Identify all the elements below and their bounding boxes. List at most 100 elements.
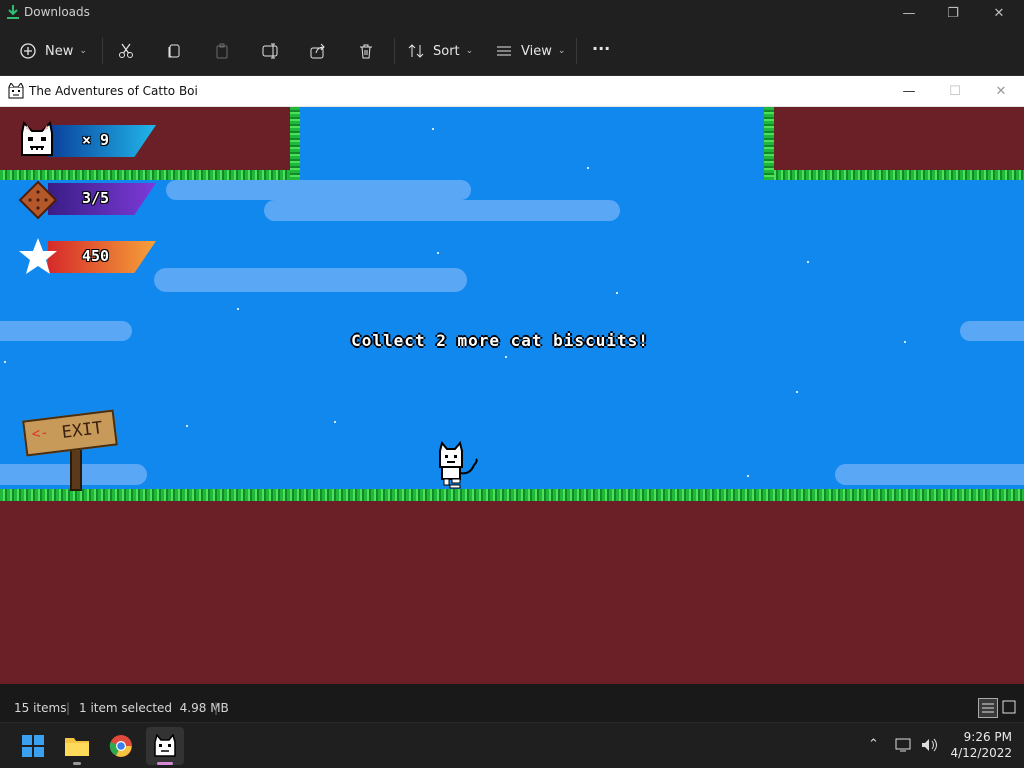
chevron-down-icon: ⌄ [465, 46, 474, 56]
score-value: 450 [82, 247, 110, 265]
scissors-icon [119, 43, 133, 58]
minimize-button[interactable]: — [886, 0, 932, 26]
lives-counter: × 9 [18, 121, 158, 157]
star [186, 425, 188, 427]
star [237, 308, 239, 310]
exit-sign[interactable]: <- EXIT [22, 409, 118, 457]
cat-biscuit-icon [18, 180, 58, 220]
toolbar-divider [576, 38, 577, 64]
more-options-button[interactable]: ··· [592, 35, 610, 61]
exit-sign-text: EXIT [60, 418, 104, 443]
star [807, 261, 809, 263]
delete-button[interactable] [358, 38, 374, 64]
details-view-icon [982, 703, 994, 713]
star-icon [19, 238, 57, 274]
exit-sign-post [70, 445, 82, 491]
game-maximize-button[interactable]: ☐ [932, 76, 978, 106]
clock-date: 4/12/2022 [950, 746, 1012, 760]
copy-button[interactable] [166, 38, 182, 64]
cloud [154, 268, 467, 292]
chevron-down-icon: ⌄ [79, 46, 87, 56]
sort-button[interactable]: Sort ⌄ [408, 38, 473, 64]
clipboard-icon [216, 43, 228, 59]
details-view-button[interactable] [978, 698, 998, 718]
star [796, 391, 798, 393]
close-icon: ✕ [995, 83, 1007, 99]
trash-icon [360, 44, 372, 59]
objective-message: Collect 2 more cat biscuits! [351, 331, 649, 350]
star [4, 361, 6, 363]
player-cat [439, 441, 478, 489]
star [432, 128, 434, 130]
sort-label: Sort [433, 43, 460, 59]
cat-app-icon [154, 734, 176, 757]
biscuit-counter: 3/5 [18, 180, 158, 220]
share-icon [310, 43, 325, 59]
clock-time: 9:26 PM [963, 730, 1012, 744]
grass-edge [764, 170, 1024, 180]
plus-circle-icon [20, 43, 36, 59]
cat-app-icon [8, 83, 24, 99]
new-label: New [45, 43, 74, 59]
close-button[interactable]: ✕ [976, 0, 1022, 26]
view-button[interactable]: View ⌄ [496, 38, 565, 64]
paste-button[interactable] [214, 38, 230, 64]
cat-face-icon [21, 121, 53, 156]
cut-button[interactable] [118, 38, 134, 64]
taskbar-chrome[interactable] [102, 727, 140, 765]
ground [0, 495, 1024, 684]
star [505, 356, 507, 358]
folder-icon [65, 738, 89, 756]
chevron-up-icon[interactable]: ⌃ [868, 737, 879, 752]
selection-info: 1 item selected 4.98 MB [79, 701, 229, 715]
chrome-icon [109, 735, 132, 757]
maximize-icon: ☐ [949, 83, 961, 99]
game-close-button[interactable]: ✕ [978, 76, 1024, 106]
game-titlebar: The Adventures of Catto Boi — ☐ ✕ [0, 76, 1024, 107]
game-window-title: The Adventures of Catto Boi [29, 84, 198, 98]
share-button[interactable] [310, 38, 326, 64]
tiles-view-icon [1002, 700, 1016, 714]
explorer-title: Downloads [24, 5, 90, 19]
taskbar-catto-boi[interactable] [146, 727, 184, 765]
active-indicator [157, 762, 173, 765]
taskbar-file-explorer[interactable] [58, 727, 96, 765]
game-minimize-button[interactable]: — [886, 76, 932, 106]
close-icon: ✕ [993, 5, 1005, 21]
explorer-titlebar: Downloads — ❐ ✕ [0, 0, 1024, 26]
running-indicator [73, 762, 81, 765]
new-button[interactable]: New ⌄ [20, 38, 87, 64]
cloud [166, 180, 471, 200]
ground-grass [0, 489, 1024, 501]
download-icon [7, 5, 19, 19]
rename-button[interactable] [262, 38, 280, 64]
biscuit-value: 3/5 [82, 189, 110, 207]
view-label: View [521, 43, 552, 59]
sort-icon [408, 44, 424, 58]
star [747, 475, 749, 477]
lives-value: × 9 [82, 131, 110, 149]
minimize-icon: — [902, 83, 916, 99]
windows-icon [22, 735, 44, 757]
taskbar: ⌃ 9:26 PM 4/12/2022 [0, 722, 1024, 768]
tiles-view-button[interactable] [1000, 698, 1020, 718]
volume-icon[interactable] [920, 737, 938, 753]
copy-icon [168, 44, 180, 58]
star [334, 421, 336, 423]
network-icon[interactable] [895, 737, 913, 753]
star [587, 167, 589, 169]
grass-edge [764, 107, 774, 180]
status-divider: | [214, 701, 219, 715]
grass-edge [290, 107, 300, 180]
grass-edge [0, 170, 300, 180]
restore-button[interactable]: ❐ [930, 0, 976, 26]
cloud [264, 200, 620, 221]
star [437, 252, 439, 254]
start-button[interactable] [14, 727, 52, 765]
explorer-toolbar: New ⌄ Sort ⌄ View ⌄ ··· [0, 26, 1024, 76]
score-counter: 450 [18, 238, 158, 274]
game-canvas[interactable]: × 9 3/5 450 Collect 2 more cat biscuits!… [0, 107, 1024, 684]
clock[interactable]: 9:26 PM 4/12/2022 [950, 729, 1012, 761]
top-right-platform [770, 107, 1024, 173]
rename-icon [262, 43, 278, 59]
